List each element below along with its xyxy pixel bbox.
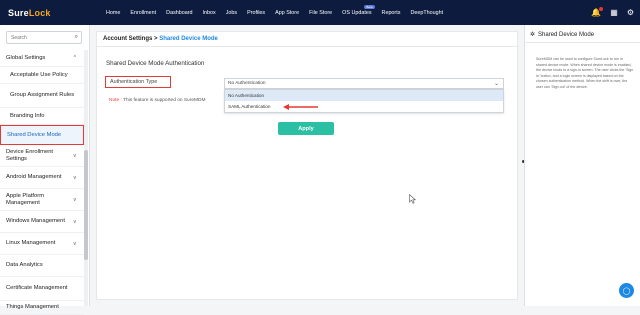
- sidebar-search: ⌕: [6, 31, 82, 44]
- sidebar-item-label: Things Management: [6, 304, 59, 311]
- nav-dashboard[interactable]: Dashboard: [166, 10, 192, 16]
- help-text: SureMDM can be used to configure SureLoc…: [536, 57, 634, 89]
- chevron-down-icon: ⌄: [493, 81, 499, 87]
- sidebar-item-device-enrollment-settings[interactable]: Device Enrollment Settings v: [0, 145, 84, 167]
- sidebar-item-apple-platform-management[interactable]: Apple Platform Management v: [0, 189, 84, 211]
- sidebar-item-windows-management[interactable]: Windows Management v: [0, 211, 84, 233]
- divider: [97, 46, 519, 47]
- sidebar-item-certificate-management[interactable]: Certificate Management: [0, 277, 84, 301]
- sidebar-item-label: Shared Device Mode: [7, 131, 62, 138]
- main-panel: Account Settings > Shared Device Mode Sh…: [96, 31, 519, 300]
- sidebar-item-shared-device-mode[interactable]: Shared Device Mode: [0, 125, 84, 145]
- chat-icon[interactable]: ◯: [619, 283, 634, 298]
- notification-dot: [599, 6, 604, 11]
- divider: [525, 42, 640, 43]
- beta-badge: Beta: [364, 4, 375, 9]
- section-title: Shared Device Mode Authentication: [106, 60, 205, 67]
- nav-os-updates[interactable]: OS Updates Beta: [342, 4, 375, 16]
- nav-inbox[interactable]: Inbox: [203, 10, 216, 16]
- authentication-type-label: Authentication Type: [105, 76, 171, 88]
- select-value: No Authentication: [228, 81, 266, 86]
- sidebar-item-label: Linux Management: [6, 240, 56, 247]
- sidebar-item-things-management[interactable]: Things Management: [0, 301, 84, 315]
- sidebar-item-label: Global Settings: [6, 54, 46, 61]
- top-icons: 🔔 ▦ ⚙: [591, 0, 634, 25]
- main-nav: Home Enrollment Dashboard Inbox Jobs Pro…: [106, 4, 453, 16]
- nav-jobs[interactable]: Jobs: [226, 10, 237, 16]
- sidebar-item-linux-management[interactable]: Linux Management v: [0, 233, 84, 255]
- search-icon[interactable]: ⌕: [75, 34, 78, 41]
- breadcrumb-parent[interactable]: Account Settings: [103, 36, 152, 42]
- nav-os-updates-label: OS Updates: [342, 9, 372, 16]
- sidebar-item-label: Apple Platform Management: [6, 192, 45, 206]
- help-panel: ✲ Shared Device Mode SureMDM can be used…: [524, 25, 640, 306]
- logo-text-main: Sure: [8, 7, 29, 18]
- search-input[interactable]: [11, 34, 73, 41]
- nav-file-store[interactable]: File Store: [309, 10, 332, 16]
- help-panel-title: Shared Device Mode: [538, 31, 595, 38]
- nav-app-store[interactable]: App Store: [275, 10, 299, 16]
- chevron-up-icon: ^: [73, 55, 76, 61]
- sidebar-item-acceptable-use-policy[interactable]: Acceptable Use Policy: [0, 67, 84, 84]
- sidebar-item-label: Branding Info: [10, 112, 45, 119]
- sidebar-item-label: Data Analytics: [6, 262, 43, 269]
- sidebar-list: Global Settings ^ Acceptable Use Policy G…: [0, 50, 84, 315]
- grid-icon[interactable]: ▦: [610, 8, 618, 17]
- settings-sidebar: ⌕ Global Settings ^ Acceptable Use Policy…: [0, 25, 90, 315]
- sidebar-item-label: Acceptable Use Policy: [10, 71, 68, 78]
- sidebar-item-label: Group Assignment Rules: [10, 92, 75, 99]
- option-saml-authentication[interactable]: SAML Authentication: [225, 101, 503, 112]
- red-arrow-annotation: [283, 104, 318, 110]
- top-navbar: SureLock Home Enrollment Dashboard Inbox…: [0, 0, 640, 25]
- scroll-thumb[interactable]: [84, 150, 88, 260]
- apply-button[interactable]: Apply: [278, 122, 334, 135]
- breadcrumb-separator: >: [154, 36, 158, 42]
- nav-reports[interactable]: Reports: [382, 10, 401, 16]
- sidebar-item-data-analytics[interactable]: Data Analytics: [0, 255, 84, 277]
- note-text: This feature is supported on SureMDM: [123, 98, 206, 103]
- support-note: Note : This feature is supported on Sure…: [109, 98, 205, 103]
- logo[interactable]: SureLock: [0, 0, 90, 25]
- help-panel-header: ✲ Shared Device Mode: [530, 31, 595, 39]
- breadcrumb-current: Shared Device Mode: [159, 36, 218, 42]
- sidebar-item-branding-info[interactable]: Branding Info: [0, 108, 84, 125]
- chevron-down-icon: v: [73, 218, 77, 225]
- chevron-down-icon: v: [73, 196, 77, 203]
- breadcrumb: Account Settings > Shared Device Mode: [103, 36, 218, 42]
- mouse-cursor: [409, 194, 416, 204]
- authentication-type-dropdown: No Authentication SAML Authentication: [224, 89, 504, 113]
- sidebar-item-label: Certificate Management: [6, 285, 68, 292]
- option-no-authentication[interactable]: No Authentication: [225, 90, 503, 101]
- chevron-down-icon: v: [73, 240, 77, 247]
- bell-icon[interactable]: 🔔: [591, 6, 604, 17]
- sidebar-item-global-settings[interactable]: Global Settings ^: [0, 50, 84, 67]
- sidebar-item-group-assignment-rules[interactable]: Group Assignment Rules: [0, 84, 84, 108]
- sidebar-item-label: Device Enrollment Settings: [6, 148, 54, 162]
- gear-icon[interactable]: ⚙: [627, 8, 634, 17]
- chevron-down-icon: v: [73, 152, 77, 159]
- logo-text-accent: Lock: [28, 7, 51, 18]
- nav-profiles[interactable]: Profiles: [247, 10, 265, 16]
- sidebar-item-android-management[interactable]: Android Management v: [0, 167, 84, 189]
- nav-deepthought[interactable]: DeepThought: [410, 10, 443, 16]
- nav-home[interactable]: Home: [106, 10, 120, 16]
- sidebar-item-label: Windows Management: [6, 218, 65, 225]
- sidebar-scrollbar[interactable]: [84, 50, 88, 306]
- note-prefix: Note :: [109, 98, 122, 103]
- bulb-icon: ✲: [530, 32, 536, 38]
- nav-enrollment[interactable]: Enrollment: [130, 10, 156, 16]
- chevron-down-icon: v: [73, 174, 77, 181]
- sidebar-item-label: Android Management: [6, 174, 62, 181]
- authentication-type-select[interactable]: No Authentication ⌄: [224, 78, 504, 89]
